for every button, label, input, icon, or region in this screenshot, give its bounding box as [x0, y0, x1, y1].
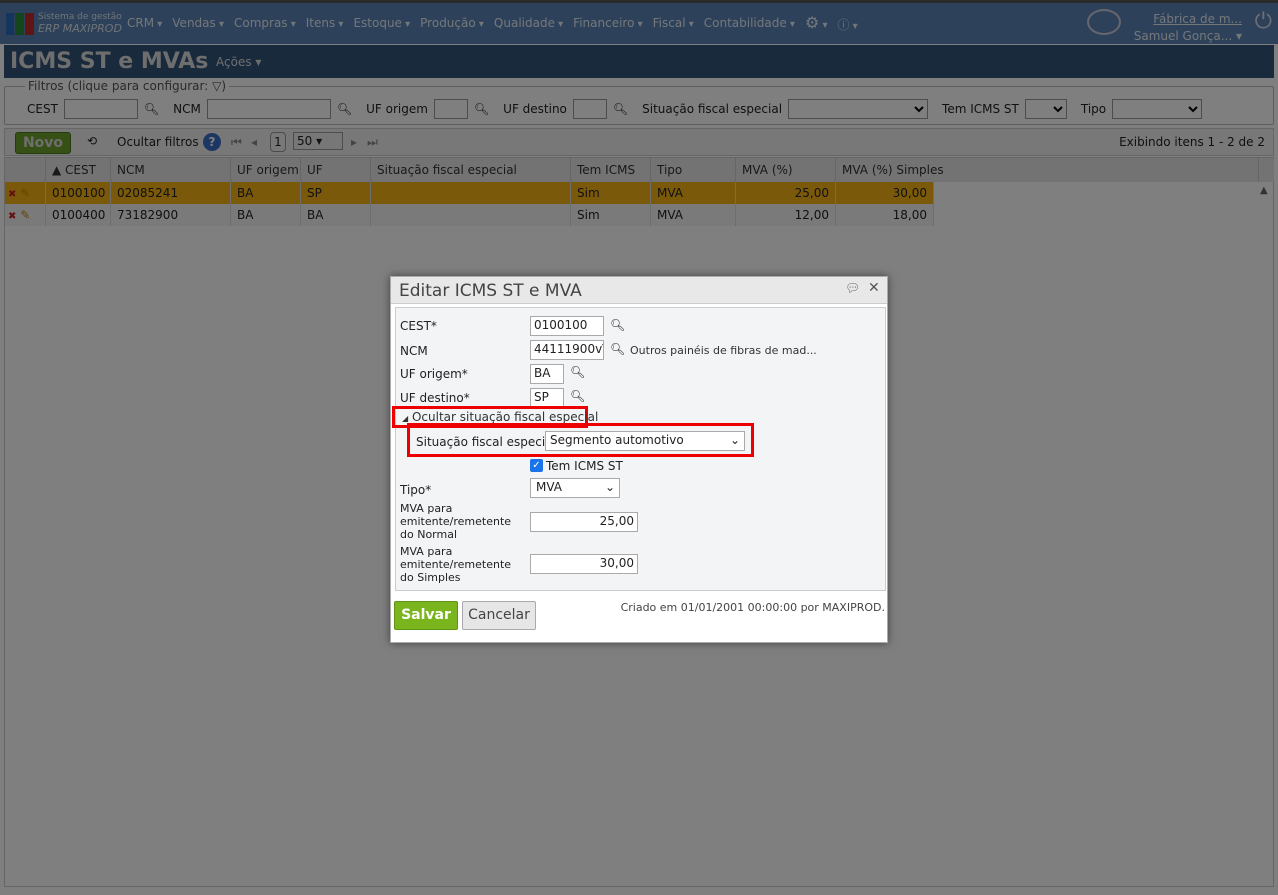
search-icon[interactable]: 🔍︎	[570, 389, 585, 403]
dialog-titlebar: Editar ICMS ST e MVA 💬︎ ✕	[391, 277, 887, 304]
cest-label: CEST*	[400, 319, 437, 333]
collapse-icon: ◢	[402, 414, 409, 423]
situacao-value: Segmento automotivo	[550, 433, 684, 447]
ncm-description: Outros painéis de fibras de mad...	[630, 344, 817, 357]
created-info: Criado em 01/01/2001 00:00:00 por MAXIPR…	[620, 601, 885, 614]
mva-simples-label: MVA para emitente/remetente do Simples	[400, 545, 512, 584]
tem-icms-label: Tem ICMS ST	[546, 459, 623, 473]
uf-destino-input[interactable]: SP	[530, 388, 564, 408]
search-icon[interactable]: 🔍︎	[610, 318, 625, 332]
tipo-select[interactable]: MVA ⌄	[530, 478, 620, 498]
search-icon[interactable]: 🔍︎	[570, 365, 585, 379]
dialog-form: CEST* 0100100 🔍︎ NCM 44111900vV: 🔍︎ Outr…	[392, 307, 886, 591]
ncm-label: NCM	[400, 344, 428, 358]
comment-icon[interactable]: 💬︎	[845, 281, 860, 295]
uf-origem-input[interactable]: BA	[530, 364, 564, 384]
tipo-label: Tipo*	[400, 483, 432, 497]
save-button[interactable]: Salvar	[394, 601, 458, 630]
search-icon[interactable]: 🔍︎	[610, 342, 625, 356]
cancel-button[interactable]: Cancelar	[462, 601, 536, 630]
tipo-value: MVA	[536, 480, 563, 494]
toggle-situacao[interactable]: ◢ Ocultar situação fiscal especial	[402, 410, 598, 424]
cest-input[interactable]: 0100100	[530, 316, 604, 336]
chevron-down-icon: ⌄	[729, 433, 740, 447]
ncm-input[interactable]: 44111900vV:	[530, 340, 604, 360]
dialog-title: Editar ICMS ST e MVA	[399, 281, 582, 301]
chevron-down-icon: ⌄	[604, 480, 615, 494]
mva-normal-label: MVA para emitente/remetente do Normal	[400, 502, 512, 541]
tem-icms-checkbox[interactable]: ✓	[530, 459, 543, 472]
toggle-situacao-label: Ocultar situação fiscal especial	[411, 410, 599, 424]
uf-destino-label: UF destino*	[400, 391, 470, 405]
mva-simples-input[interactable]: 30,00	[530, 554, 638, 574]
mva-normal-input[interactable]: 25,00	[530, 512, 638, 532]
situacao-label: Situação fiscal especial	[416, 435, 556, 449]
edit-dialog: Editar ICMS ST e MVA 💬︎ ✕ CEST* 0100100 …	[390, 276, 888, 643]
situacao-select[interactable]: Segmento automotivo ⌄	[545, 431, 745, 451]
uf-origem-label: UF origem*	[400, 367, 468, 381]
close-icon[interactable]: ✕	[868, 280, 880, 296]
